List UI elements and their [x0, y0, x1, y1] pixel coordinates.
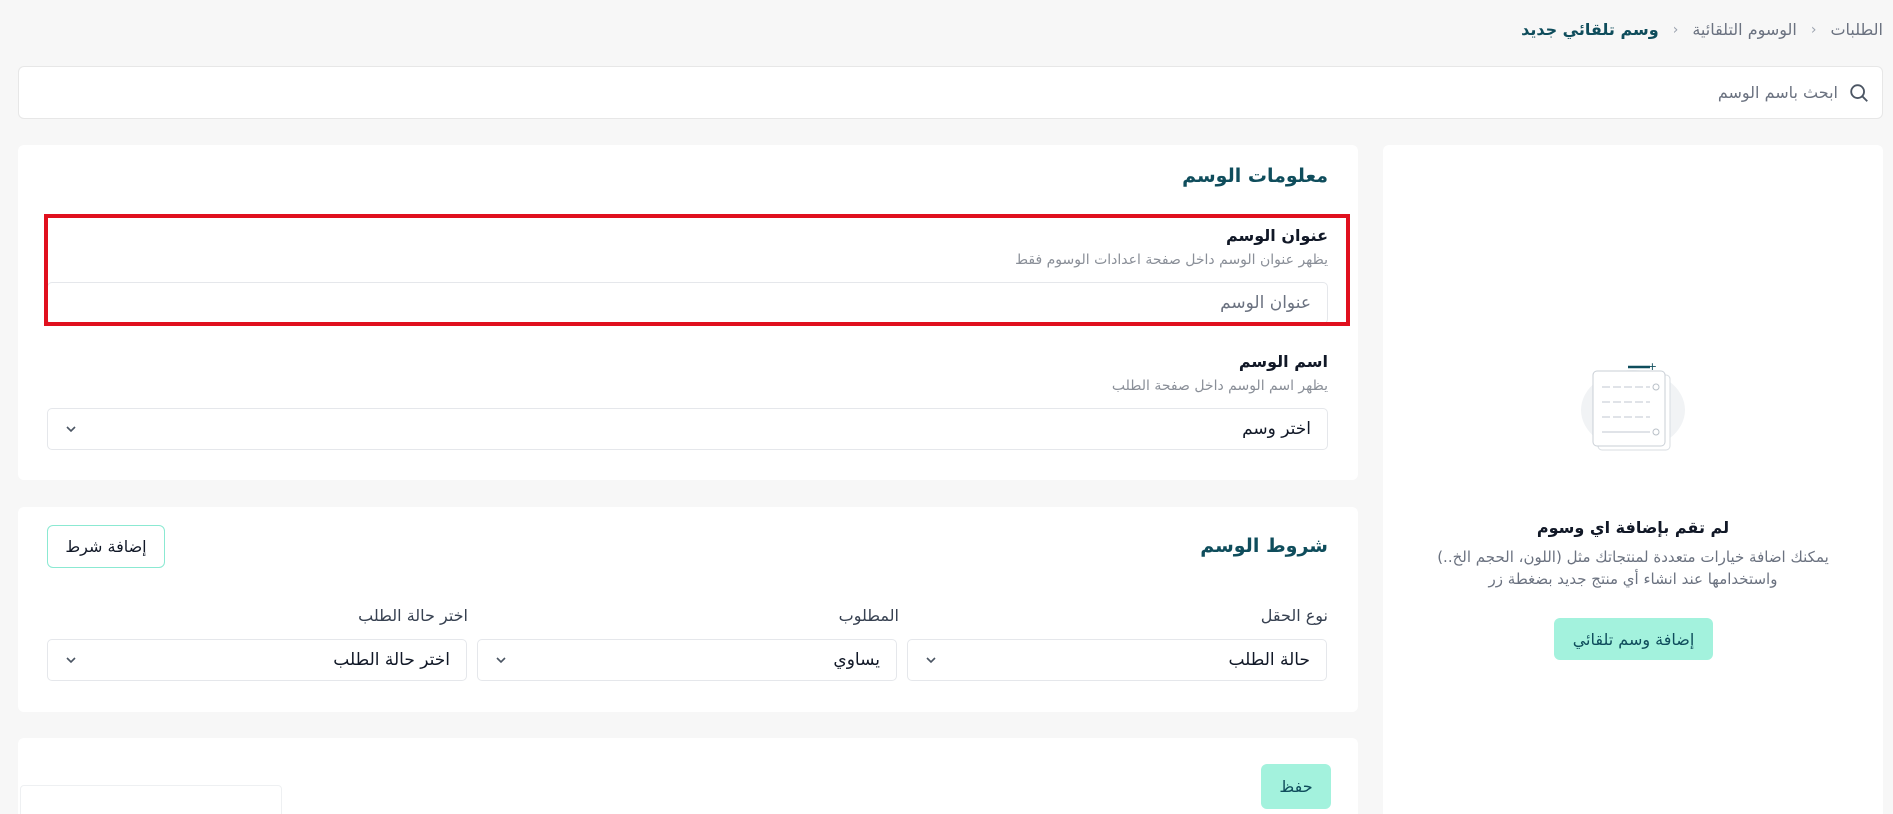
- breadcrumb-current: وسم تلقائي جديد: [1521, 20, 1659, 39]
- empty-state-description: يمكنك اضافة خيارات متعددة لمنتجاتك مثل (…: [1437, 548, 1829, 588]
- breadcrumb: الطلبات ‹ الوسوم التلقائية ‹ وسم تلقائي …: [1521, 20, 1883, 39]
- chevron-down-icon: [64, 653, 78, 667]
- search-icon: [1848, 82, 1870, 104]
- empty-state-title: لم تقم بإضافة اي وسوم: [1536, 518, 1730, 537]
- empty-state-card: [1383, 145, 1883, 814]
- save-button[interactable]: حفظ: [1261, 764, 1331, 809]
- field-type-column-label: نوع الحقل: [1260, 606, 1328, 625]
- chevron-down-icon: [924, 653, 938, 667]
- empty-list-illustration: +: [1578, 355, 1688, 455]
- add-condition-button[interactable]: إضافة شرط: [47, 525, 165, 568]
- required-column-label: المطلوب: [838, 606, 899, 625]
- breadcrumb-auto-tags[interactable]: الوسوم التلقائية: [1692, 20, 1797, 39]
- order-status-column-label: اختر حالة الطلب: [358, 606, 468, 625]
- operator-select[interactable]: يساوي: [477, 639, 897, 681]
- field-type-select-value: حالة الطلب: [1228, 650, 1310, 670]
- tag-name-label: اسم الوسم: [1238, 352, 1328, 371]
- search-bar: [18, 66, 1883, 119]
- breadcrumb-orders[interactable]: الطلبات: [1830, 20, 1883, 39]
- tag-conditions-card: شروط الوسم: [18, 507, 1358, 712]
- chevron-down-icon: [64, 422, 78, 436]
- add-auto-tag-button[interactable]: إضافة وسم تلقائي: [1554, 618, 1713, 660]
- field-type-select[interactable]: حالة الطلب: [907, 639, 1327, 681]
- conditions-title: شروط الوسم: [1200, 535, 1328, 557]
- operator-select-value: يساوي: [833, 650, 880, 670]
- order-status-select[interactable]: اختر حالة الطلب: [47, 639, 467, 681]
- tag-info-title: معلومات الوسم: [1182, 165, 1328, 187]
- tag-title-label: عنوان الوسم: [1225, 226, 1328, 245]
- tag-title-input[interactable]: [47, 282, 1328, 324]
- search-input[interactable]: [31, 83, 1838, 102]
- tag-name-select[interactable]: اختر وسم: [47, 408, 1328, 450]
- hidden-panel-edge: [20, 785, 282, 814]
- chevron-left-icon: ‹: [1672, 21, 1679, 38]
- order-status-select-value: اختر حالة الطلب: [333, 650, 450, 670]
- tag-title-hint: يظهر عنوان الوسم داخل صفحة اعدادات الوسو…: [1015, 252, 1328, 268]
- tag-name-select-value: اختر وسم: [1242, 419, 1311, 439]
- tag-name-hint: يظهر اسم الوسم داخل صفحة الطلب: [1111, 378, 1328, 394]
- chevron-down-icon: [494, 653, 508, 667]
- svg-text:+: +: [1648, 360, 1657, 373]
- chevron-left-icon: ‹: [1810, 21, 1817, 38]
- tag-info-card: معلومات الوسم عنوان الوسم يظهر عنوان الو…: [18, 145, 1358, 480]
